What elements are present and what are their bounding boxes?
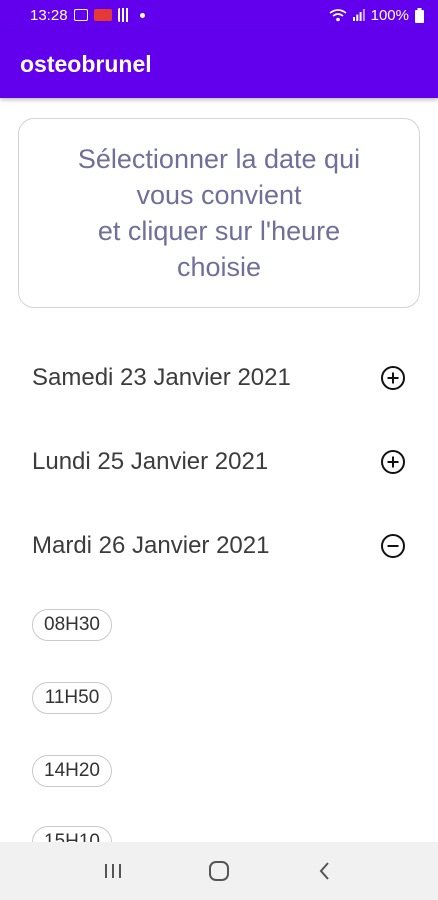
app-notification-icon bbox=[93, 9, 112, 21]
home-icon bbox=[209, 861, 229, 881]
back-icon bbox=[319, 862, 329, 880]
status-bar: 13:28 100% bbox=[0, 0, 438, 30]
recents-icon bbox=[105, 864, 121, 878]
qr-notification-icon bbox=[117, 8, 130, 22]
date-row-mardi-26[interactable]: Mardi 26 Janvier 2021 bbox=[0, 516, 438, 576]
app-title: osteobrunel bbox=[20, 50, 152, 77]
time-slot-chip[interactable]: 08H30 bbox=[32, 609, 112, 641]
battery-icon bbox=[415, 7, 424, 23]
status-time: 13:28 bbox=[30, 6, 68, 24]
date-label: Lundi 25 Janvier 2021 bbox=[32, 448, 269, 475]
minus-circle-icon[interactable] bbox=[380, 533, 406, 559]
battery-percent: 100% bbox=[370, 6, 409, 24]
instruction-text: Sélectionner la date qui vous convient e… bbox=[77, 144, 361, 282]
plus-circle-icon[interactable] bbox=[380, 365, 406, 391]
home-button[interactable] bbox=[199, 851, 239, 891]
instruction-card: Sélectionner la date qui vous convient e… bbox=[18, 118, 420, 308]
wifi-icon bbox=[329, 8, 347, 22]
time-slot-chip[interactable]: 14H20 bbox=[32, 755, 112, 787]
plus-circle-icon[interactable] bbox=[380, 449, 406, 475]
app-bar: osteobrunel bbox=[0, 30, 438, 98]
time-slot-chip[interactable]: 11H50 bbox=[32, 682, 112, 714]
date-label: Samedi 23 Janvier 2021 bbox=[32, 364, 291, 391]
system-nav-bar bbox=[0, 842, 438, 900]
date-row-samedi-23[interactable]: Samedi 23 Janvier 2021 bbox=[0, 348, 438, 408]
gallery-notification-icon bbox=[73, 9, 88, 21]
date-label: Mardi 26 Janvier 2021 bbox=[32, 532, 270, 559]
more-notifications-dot-icon bbox=[139, 12, 145, 18]
status-left: 13:28 bbox=[30, 7, 145, 24]
signal-icon bbox=[352, 9, 365, 21]
back-button[interactable] bbox=[305, 851, 345, 891]
status-right: 100% bbox=[329, 7, 424, 24]
recents-button[interactable] bbox=[93, 851, 133, 891]
date-row-lundi-25[interactable]: Lundi 25 Janvier 2021 bbox=[0, 432, 438, 492]
